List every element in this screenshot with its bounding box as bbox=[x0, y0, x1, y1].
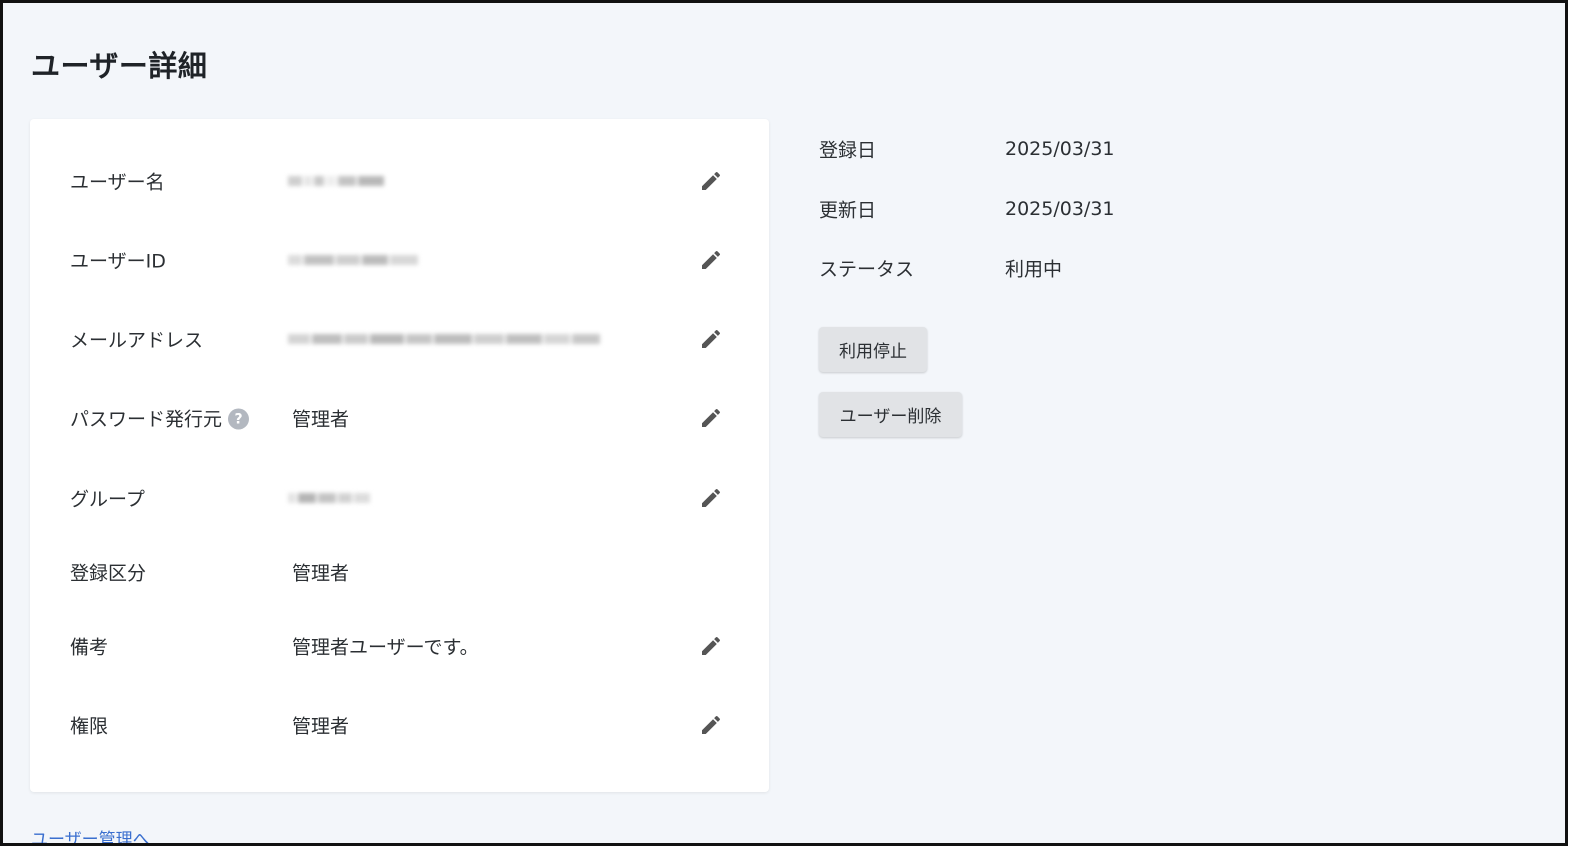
email-masked-value bbox=[288, 327, 602, 351]
back-to-user-management-link[interactable]: ユーザー管理へ bbox=[31, 825, 150, 843]
pencil-icon bbox=[702, 171, 721, 190]
user-id-label: ユーザーID bbox=[70, 250, 166, 273]
row-username: ユーザー名 bbox=[30, 161, 769, 201]
registration-type-value: 管理者 bbox=[292, 562, 350, 585]
delete-user-button[interactable]: ユーザー削除 bbox=[819, 392, 962, 437]
group-masked-value bbox=[288, 486, 372, 510]
edit-notes-button[interactable] bbox=[696, 631, 726, 661]
pencil-icon bbox=[702, 250, 721, 269]
user-detail-card: ユーザー名 ユーザーID メールアドレス パスワード発行元 ? 管理者 グループ… bbox=[30, 119, 769, 792]
row-email: メールアドレス bbox=[30, 319, 769, 359]
help-icon[interactable]: ? bbox=[228, 408, 250, 430]
status-label: ステータス bbox=[819, 258, 915, 281]
meta-updated: 更新日 2025/03/31 bbox=[819, 194, 1219, 224]
email-label: メールアドレス bbox=[70, 329, 204, 352]
pencil-icon bbox=[702, 408, 721, 427]
row-notes: 備考 管理者ユーザーです。 bbox=[30, 626, 769, 666]
pencil-icon bbox=[702, 636, 721, 655]
password-issuer-value: 管理者 bbox=[292, 408, 350, 431]
page-title: ユーザー詳細 bbox=[31, 49, 208, 83]
edit-permission-button[interactable] bbox=[696, 710, 726, 740]
edit-user-id-button[interactable] bbox=[696, 245, 726, 275]
app-frame: ユーザー詳細 ユーザー名 ユーザーID メールアドレス パスワード発行元 ? 管… bbox=[0, 0, 1568, 846]
permission-label: 権限 bbox=[70, 715, 109, 738]
password-issuer-label: パスワード発行元? bbox=[70, 405, 250, 432]
status-value: 利用中 bbox=[1005, 258, 1063, 281]
row-registration-type: 登録区分 管理者 bbox=[30, 552, 769, 592]
updated-date-value: 2025/03/31 bbox=[1005, 198, 1115, 220]
row-permission: 権限 管理者 bbox=[30, 705, 769, 745]
suspend-button[interactable]: 利用停止 bbox=[819, 327, 927, 372]
registered-date-label: 登録日 bbox=[819, 139, 877, 162]
row-group: グループ bbox=[30, 478, 769, 518]
notes-label: 備考 bbox=[70, 636, 109, 659]
notes-value: 管理者ユーザーです。 bbox=[292, 636, 479, 659]
group-label: グループ bbox=[70, 488, 145, 511]
registration-type-label: 登録区分 bbox=[70, 562, 147, 585]
pencil-icon bbox=[702, 488, 721, 507]
edit-group-button[interactable] bbox=[696, 483, 726, 513]
password-issuer-label-text: パスワード発行元 bbox=[70, 408, 223, 431]
username-masked-value bbox=[288, 169, 386, 193]
username-label: ユーザー名 bbox=[70, 171, 165, 194]
pencil-icon bbox=[702, 715, 721, 734]
row-user-id: ユーザーID bbox=[30, 240, 769, 280]
permission-value: 管理者 bbox=[292, 715, 350, 738]
edit-username-button[interactable] bbox=[696, 166, 726, 196]
registered-date-value: 2025/03/31 bbox=[1005, 138, 1115, 160]
pencil-icon bbox=[702, 329, 721, 348]
edit-email-button[interactable] bbox=[696, 324, 726, 354]
user-id-masked-value bbox=[288, 248, 420, 272]
meta-registered: 登録日 2025/03/31 bbox=[819, 134, 1219, 164]
edit-password-issuer-button[interactable] bbox=[696, 403, 726, 433]
meta-status: ステータス 利用中 bbox=[819, 253, 1219, 283]
row-password-issuer: パスワード発行元? 管理者 bbox=[30, 398, 769, 438]
updated-date-label: 更新日 bbox=[819, 199, 877, 222]
